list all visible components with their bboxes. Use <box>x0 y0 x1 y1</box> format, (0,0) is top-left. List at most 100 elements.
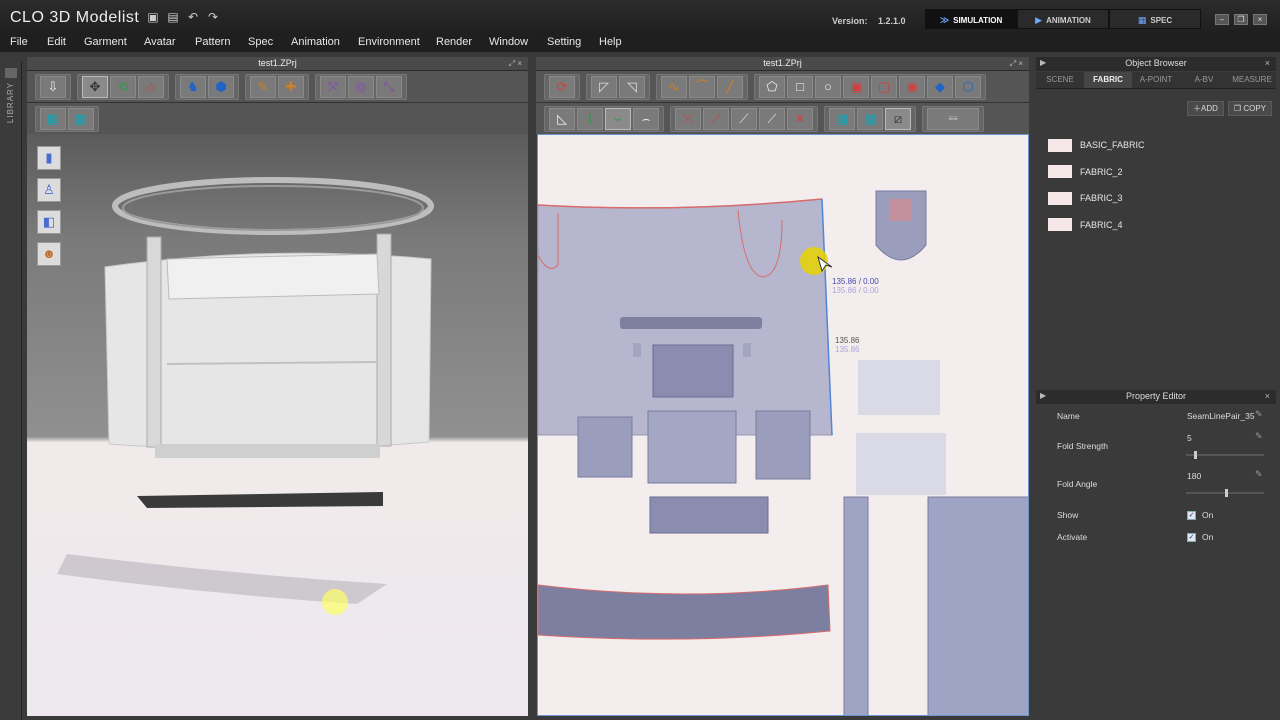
fold-strength-value[interactable]: 5 <box>1187 433 1192 443</box>
tack-icon[interactable]: ✎ <box>250 75 276 98</box>
menu-bar: File Edit Garment Avatar Pattern Spec An… <box>0 34 1280 52</box>
undo-icon[interactable]: ↶ <box>186 11 200 24</box>
open-folder-icon[interactable]: ▤ <box>166 11 180 24</box>
edit-point-icon[interactable]: ◹ <box>619 75 645 98</box>
picker-icon[interactable]: ✎ <box>1255 431 1263 442</box>
sync-icon[interactable]: ⟳ <box>549 75 575 98</box>
add-fabric-button[interactable]: ＋ADD <box>1187 101 1224 116</box>
menu-environment[interactable]: Environment <box>358 36 420 48</box>
menu-window[interactable]: Window <box>489 36 528 48</box>
tab-a-point[interactable]: A-POINT <box>1132 72 1180 88</box>
tab-fabric[interactable]: FABRIC <box>1084 72 1132 88</box>
maximize-icon[interactable]: ⤢ × <box>1010 59 1023 69</box>
tuck-icon[interactable]: ⟋ <box>731 107 757 130</box>
edit-sewing-icon[interactable]: ⌣ <box>605 107 631 130</box>
view3d-header: test1.ZPrj ⤢ × <box>27 57 528 71</box>
transform-pattern-icon[interactable]: ◸ <box>591 75 617 98</box>
free-sewing-icon[interactable]: ⌇ <box>577 107 603 130</box>
viewport-3d[interactable]: ▮ ♙ ◧ ☻ <box>27 134 528 716</box>
library-strip[interactable]: LIBRARY <box>0 62 22 720</box>
copy-fabric-button[interactable]: ❐ COPY <box>1227 101 1272 116</box>
library-expand-icon[interactable] <box>4 68 17 78</box>
polygon-icon[interactable]: ⬠ <box>759 75 785 98</box>
pin-icon[interactable]: ✚ <box>278 75 304 98</box>
maximize-icon[interactable]: ⤢ × <box>509 59 522 69</box>
menu-pattern[interactable]: Pattern <box>195 36 230 48</box>
dart-icon[interactable]: ◆ <box>927 75 953 98</box>
fold-segment-icon[interactable]: ⟋ <box>703 107 729 130</box>
edit-icon[interactable]: ✎ <box>1255 409 1263 420</box>
menu-file[interactable]: File <box>10 36 28 48</box>
check-sewing-icon[interactable]: ⌢ <box>633 107 659 130</box>
menu-avatar[interactable]: Avatar <box>144 36 176 48</box>
menu-setting[interactable]: Setting <box>547 36 581 48</box>
menu-help[interactable]: Help <box>599 36 622 48</box>
redo-icon[interactable]: ↷ <box>206 11 220 24</box>
curve-point-icon[interactable]: ∿ <box>661 75 687 98</box>
quick-access-toolbar: ▣ ▤ ↶ ↷ <box>146 11 220 24</box>
texture-edit-icon[interactable]: ▦ <box>40 107 66 130</box>
fold-arrangement-icon[interactable]: ⟲ <box>110 75 136 98</box>
activate-checkbox[interactable]: ✓ On <box>1187 532 1213 543</box>
menu-render[interactable]: Render <box>436 36 472 48</box>
property-editor-title: Property Editor <box>1125 391 1187 401</box>
minimize-icon[interactable]: – <box>1215 14 1229 25</box>
length-measure-icon[interactable]: ⤡ <box>376 75 402 98</box>
internal-polygon-icon[interactable]: ▣ <box>843 75 869 98</box>
checkbox-checked-icon[interactable]: ✓ <box>1187 533 1196 543</box>
menu-edit[interactable]: Edit <box>47 36 66 48</box>
auto-arrange-button[interactable]: ≡≡ <box>927 107 979 130</box>
fold-angle-slider[interactable] <box>1186 489 1264 497</box>
close-icon[interactable]: × <box>1265 391 1270 401</box>
stitch-icon[interactable]: ✕ <box>787 107 813 130</box>
graphic-icon[interactable]: ⧄ <box>885 107 911 130</box>
fold-line-icon[interactable]: ⤫ <box>675 107 701 130</box>
show-checkbox[interactable]: ✓ On <box>1187 510 1213 521</box>
shirt-icon[interactable]: ♞ <box>180 75 206 98</box>
menu-animation[interactable]: Animation <box>291 36 340 48</box>
cursor-highlight-3d <box>322 589 348 615</box>
mode-simulation-button[interactable]: ≫ SIMULATION <box>925 9 1017 29</box>
tab-measure[interactable]: MEASURE <box>1228 72 1276 88</box>
slider-knob[interactable] <box>1225 489 1228 497</box>
mode-spec-button[interactable]: ▦ SPEC <box>1109 9 1201 29</box>
tab-a-bv[interactable]: A-BV <box>1180 72 1228 88</box>
list-item[interactable]: FABRIC_4 <box>1048 212 1268 239</box>
garment-reset-icon[interactable]: ⌂ <box>138 75 164 98</box>
trace-icon[interactable]: ⬡ <box>955 75 981 98</box>
menu-spec[interactable]: Spec <box>248 36 273 48</box>
texture-transform-icon[interactable]: ▩ <box>68 107 94 130</box>
import-icon[interactable]: ⇩ <box>40 75 66 98</box>
mode-animation-button[interactable]: ▶ ANIMATION <box>1017 9 1109 29</box>
menu-garment[interactable]: Garment <box>84 36 127 48</box>
internal-rectangle-icon[interactable]: ▢ <box>871 75 897 98</box>
circle-icon[interactable]: ○ <box>815 75 841 98</box>
select-move-icon[interactable]: ✥ <box>82 75 108 98</box>
list-item[interactable]: FABRIC_3 <box>1048 185 1268 212</box>
close-icon[interactable]: × <box>1253 14 1267 25</box>
picker-icon[interactable]: ✎ <box>1255 469 1263 480</box>
close-icon[interactable]: × <box>1265 58 1270 68</box>
segment-icon[interactable]: ╱ <box>717 75 743 98</box>
garment-piece-icon[interactable]: ⬢ <box>208 75 234 98</box>
fold-angle-value[interactable]: 180 <box>1187 471 1201 481</box>
texture-edit-2d-icon[interactable]: ▦ <box>829 107 855 130</box>
texture-transform-2d-icon[interactable]: ▩ <box>857 107 883 130</box>
viewport-2d[interactable]: 135.86 / 0.00 135.86 / 0.00 135.86 135.8… <box>537 134 1029 716</box>
internal-circle-icon[interactable]: ◉ <box>899 75 925 98</box>
pleat-icon[interactable]: ⟋ <box>759 107 785 130</box>
checkbox-checked-icon[interactable]: ✓ <box>1187 511 1196 521</box>
fold-strength-slider[interactable] <box>1186 451 1264 459</box>
list-item[interactable]: FABRIC_2 <box>1048 159 1268 186</box>
save-icon[interactable]: ▣ <box>146 11 160 24</box>
slider-knob[interactable] <box>1193 451 1197 459</box>
restore-icon[interactable]: ❐ <box>1234 14 1248 25</box>
tab-scene[interactable]: SCENE <box>1036 72 1084 88</box>
measure-icon[interactable]: ⤧ <box>320 75 346 98</box>
circumference-icon[interactable]: ◎ <box>348 75 374 98</box>
edit-curve-icon[interactable]: ⌒ <box>689 75 715 98</box>
name-value[interactable]: SeamLinePair_35 <box>1187 411 1255 421</box>
rectangle-icon[interactable]: □ <box>787 75 813 98</box>
list-item[interactable]: BASIC_FABRIC <box>1048 132 1268 159</box>
segment-sewing-icon[interactable]: ◺ <box>549 107 575 130</box>
